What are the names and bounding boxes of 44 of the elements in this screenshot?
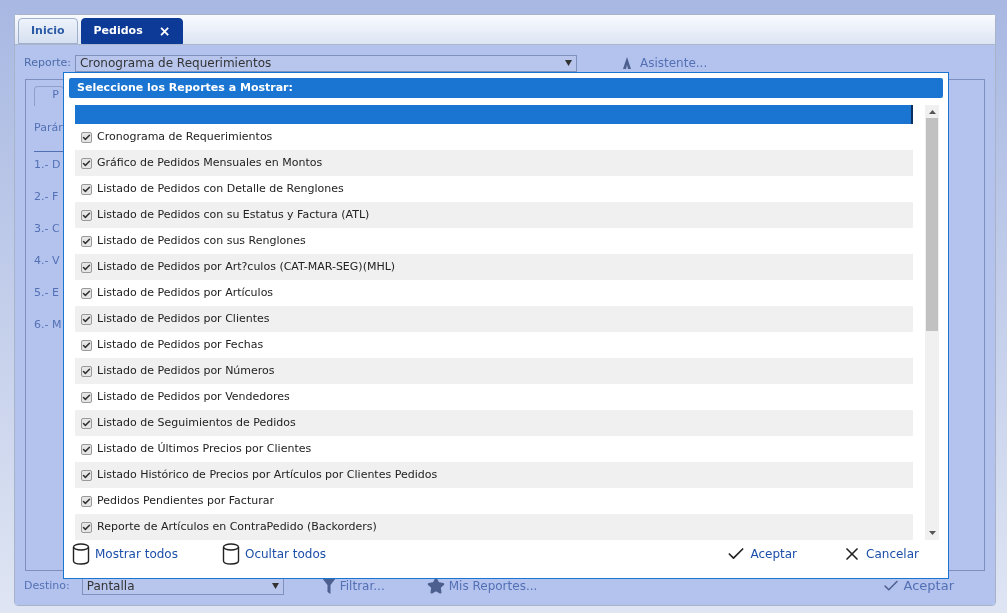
checkbox[interactable] <box>81 157 92 169</box>
checkbox[interactable] <box>81 235 92 247</box>
dropdown-arrow-icon[interactable] <box>271 583 279 589</box>
dropdown-arrow-icon[interactable] <box>564 60 572 66</box>
show-all-button[interactable]: Mostrar todos <box>72 543 178 565</box>
scroll-down-icon <box>928 531 936 535</box>
report-item[interactable]: Listado de Pedidos por Clientes <box>75 306 913 332</box>
scroll-up-icon <box>928 110 936 114</box>
close-icon[interactable]: × <box>158 24 171 38</box>
checkbox[interactable] <box>81 521 92 533</box>
checkbox[interactable] <box>81 261 92 273</box>
wizard-icon <box>621 57 632 69</box>
checkbox[interactable] <box>81 313 92 325</box>
hide-all-button[interactable]: Ocultar todos <box>221 543 326 565</box>
tab[interactable]: Inicio <box>18 18 78 44</box>
report-label: Reporte: <box>24 54 71 71</box>
dialog-accept-button[interactable]: Aceptar <box>726 544 798 564</box>
checkbox[interactable] <box>81 495 92 507</box>
checkbox[interactable] <box>81 183 92 195</box>
checkbox[interactable] <box>81 443 92 455</box>
checkbox[interactable] <box>81 287 92 299</box>
report-item[interactable]: Listado de Seguimientos de Pedidos <box>75 410 913 436</box>
star-icon <box>426 577 445 595</box>
report-item[interactable]: Gráfico de Pedidos Mensuales en Montos <box>75 150 913 176</box>
scrollbar[interactable] <box>925 105 939 540</box>
cancel-button[interactable]: Cancelar <box>842 544 919 564</box>
database-icon <box>221 543 240 565</box>
report-item[interactable]: Reporte de Artículos en ContraPedido (Backorders) <box>75 514 913 540</box>
checkbox[interactable] <box>81 391 92 403</box>
database-icon <box>72 543 90 565</box>
checkbox[interactable] <box>81 365 92 377</box>
checkbox[interactable] <box>81 209 92 221</box>
destination-label: Destino: <box>24 577 70 594</box>
checkbox[interactable] <box>81 417 92 429</box>
report-item[interactable]: Listado Histórico de Precios por Artículos por Clientes Pedidos <box>75 462 913 488</box>
checkbox[interactable] <box>81 469 92 481</box>
report-dropdown[interactable]: Cronograma de Requerimientos <box>74 54 577 72</box>
report-item[interactable]: Listado de Pedidos por Art?culos (CAT-MAR-SEG)(MHL) <box>75 254 913 280</box>
checkbox[interactable] <box>81 131 92 143</box>
tab[interactable]: Pedidos × <box>80 18 184 44</box>
dialog-title: Seleccione los Reportes a Mostrar: <box>69 78 943 98</box>
report-item[interactable]: Listado de Pedidos con su Estatus y Factura (ATL) <box>75 202 913 228</box>
checkbox[interactable] <box>81 339 92 351</box>
report-item[interactable]: Listado de Pedidos por Números <box>75 358 913 384</box>
